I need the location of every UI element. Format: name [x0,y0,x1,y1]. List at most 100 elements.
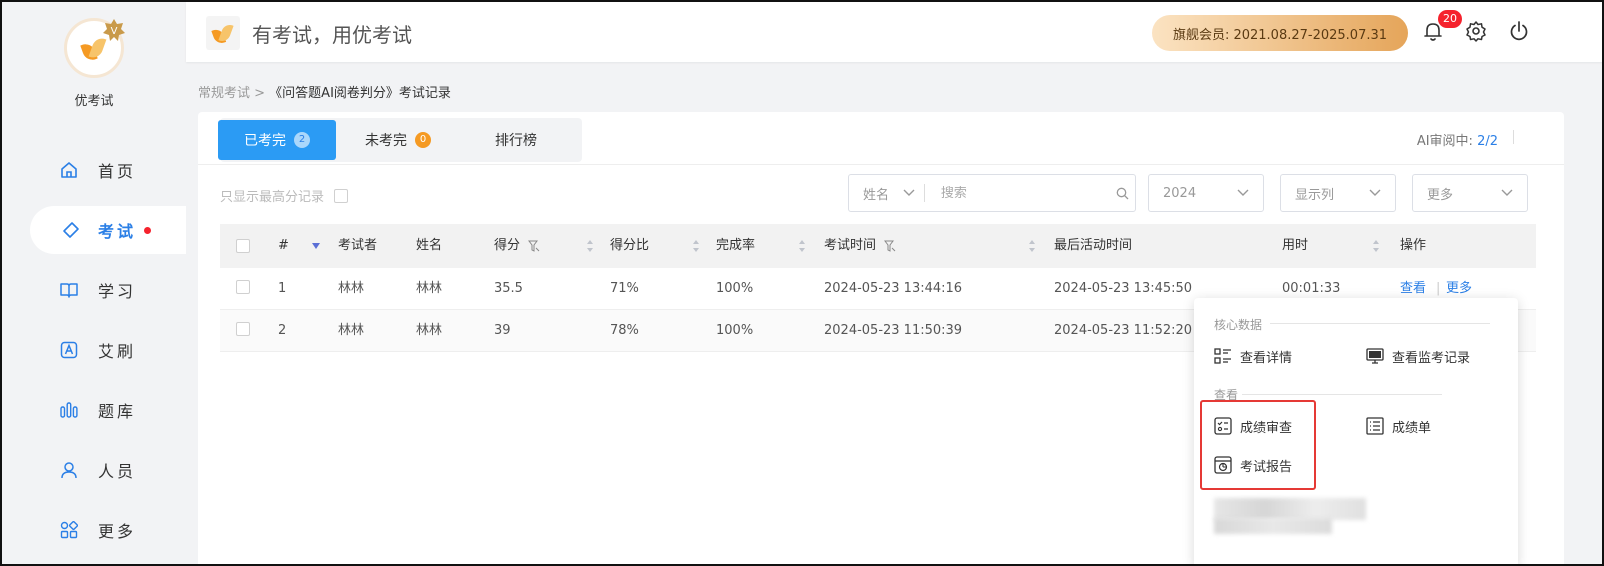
sidebar-item-people[interactable]: 人员 [2,446,186,494]
only-highest-filter[interactable]: 只显示最高分记录 [220,186,349,205]
tab-label: 已考完 [244,133,286,149]
ai-review-value: 2/2 [1477,134,1498,149]
sidebar-item-label: 人员 [98,462,137,481]
tab-count-badge: 0 [415,132,431,148]
table-header: # 考试者 姓名 得分 得分比 完成率 考试时间 最后活动时间 用时 操作 [220,224,1536,268]
select-all-checkbox[interactable] [236,239,250,253]
chevron-down-icon [1237,189,1249,196]
cell-completion: 100% [716,281,754,296]
blurred-content [1214,518,1332,534]
sidebar-item-home[interactable]: 首页 [2,146,186,194]
menu-item-view-detail[interactable]: 查看详情 [1214,344,1292,368]
cell-score: 39 [494,323,511,338]
cell-exam-time: 2024-05-23 11:50:39 [824,323,963,338]
menu-section-core: 核心数据 [1214,318,1263,332]
blurred-content [1214,498,1366,520]
cell-score: 35.5 [494,281,523,296]
tab-ranking[interactable]: 排行榜 [460,120,572,160]
col-header-score: 得分 [494,224,540,268]
sidebar-item-question-bank[interactable]: 题库 [2,386,186,434]
row-checkbox[interactable] [236,322,250,336]
cell-last-active: 2024-05-23 11:52:20 [1054,323,1193,338]
col-header-completion: 完成率 [716,238,756,253]
tab-incomplete[interactable]: 未考完 0 [342,120,454,160]
search-input[interactable] [924,185,1111,201]
sidebar-item-exam[interactable]: 考试 [30,206,186,254]
letter-a-icon [60,341,78,359]
row-checkbox[interactable] [236,280,250,294]
sidebar-item-label: 考试 [98,222,137,241]
list-icon [1366,417,1384,435]
sidebar: V 优考试 首页 考试 学习 艾刷 题库 人员 更多 [2,2,186,564]
menu-item-label: 查看详情 [1240,350,1293,366]
sort-icon[interactable] [1028,239,1036,253]
year-value: 2024 [1163,185,1197,201]
header-leaf-icon [206,16,240,50]
year-select[interactable]: 2024 [1148,174,1264,212]
power-icon[interactable] [1508,20,1530,42]
svg-text:V: V [111,26,118,37]
tab-count-badge: 2 [294,132,310,148]
columns-label: 显示列 [1295,187,1335,203]
tab-label: 排行榜 [495,133,537,149]
vip-badge-icon: V [102,18,126,42]
user-icon [61,462,77,479]
col-header-last-active: 最后活动时间 [1054,238,1133,253]
sort-icon[interactable] [1372,239,1380,253]
sort-icon[interactable] [692,239,700,253]
col-header-exam-time: 考试时间 [824,224,896,268]
chevron-down-icon [1369,189,1381,196]
col-header-name: 姓名 [416,238,443,253]
membership-badge[interactable]: 旗舰会员: 2021.08.27-2025.07.31 [1152,15,1408,51]
only-highest-checkbox[interactable] [334,188,349,203]
sidebar-item-more[interactable]: 更多 [2,506,186,554]
highlight-box [1200,400,1316,490]
sidebar-item-study[interactable]: 学习 [2,266,186,314]
sidebar-item-label: 首页 [98,162,137,181]
sidebar-item-label: 更多 [98,522,137,541]
cell-ratio: 71% [610,281,639,296]
sort-icon[interactable] [586,239,594,253]
sort-desc-icon[interactable] [312,243,320,249]
menu-item-label: 查看监考记录 [1392,350,1471,366]
sidebar-item-label: 学习 [98,282,137,301]
divider [1242,394,1442,395]
menu-item-score-sheet[interactable]: 成绩单 [1366,414,1431,438]
book-icon [60,283,78,298]
header-slogan: 有考试，用优考试 [252,23,412,47]
breadcrumb-current: 《问答题AI阅卷判分》考试记录 [269,86,451,101]
top-header: 有考试，用优考试 旗舰会员: 2021.08.27-2025.07.31 20 [186,2,1602,62]
unread-dot [144,226,152,234]
cell-exam-time: 2024-05-23 13:44:16 [824,281,963,296]
tab-label: 未考完 [365,133,407,149]
sort-icon[interactable] [798,239,806,253]
filter-icon[interactable] [884,240,896,252]
cell-index: 1 [278,281,287,296]
more-select[interactable]: 更多 [1412,174,1528,212]
bars-icon [60,402,78,418]
ai-review-label: AI审阅中: [1416,134,1478,149]
sidebar-item-label: 艾刷 [98,342,137,361]
menu-item-view-proctor[interactable]: 查看监考记录 [1366,344,1470,368]
only-highest-label: 只显示最高分记录 [220,190,325,205]
columns-select[interactable]: 显示列 [1280,174,1396,212]
search-field-select[interactable]: 姓名 [849,184,924,203]
menu-item-label: 成绩单 [1392,420,1432,436]
filter-icon[interactable] [528,240,540,252]
cell-examinee: 林林 [338,281,365,296]
col-header-label: 考试时间 [824,238,877,253]
cell-name: 林林 [416,323,443,338]
sidebar-item-aishua[interactable]: 艾刷 [2,326,186,374]
tag-icon [63,222,79,238]
app-name: 优考试 [74,94,114,109]
cell-last-active: 2024-05-23 13:45:50 [1054,281,1193,296]
tab-completed[interactable]: 已考完 2 [218,120,336,160]
col-header-examinee: 考试者 [338,238,378,253]
search-icon[interactable] [1111,187,1135,200]
sidebar-nav: 首页 考试 学习 艾刷 题库 人员 更多 [2,146,186,564]
gear-icon[interactable] [1465,20,1487,42]
cell-completion: 100% [716,323,754,338]
cell-examinee: 林林 [338,323,365,338]
breadcrumb-parent[interactable]: 常规考试 > [198,86,269,101]
search-field-value: 姓名 [863,187,890,203]
